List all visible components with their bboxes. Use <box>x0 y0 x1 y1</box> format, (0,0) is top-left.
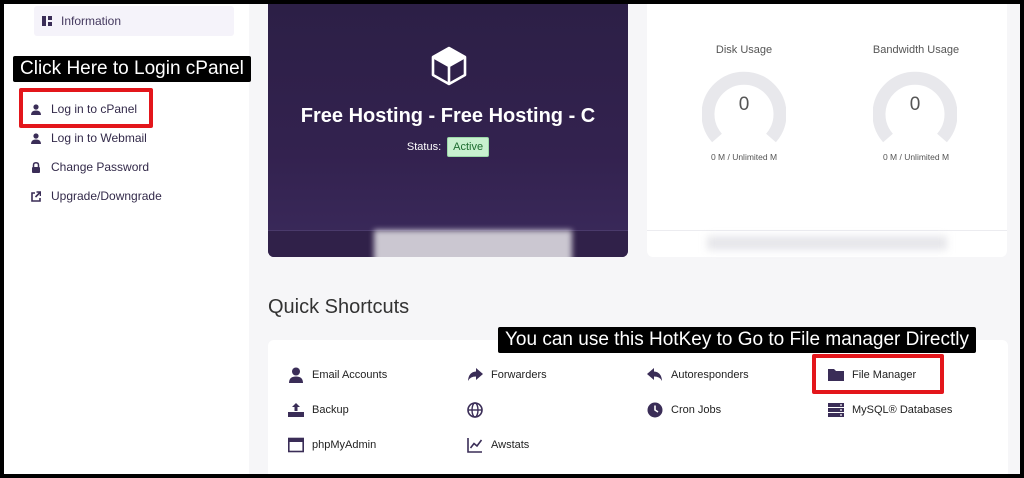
hosting-product-card: Free Hosting - Free Hosting - C Status: … <box>268 4 628 257</box>
usage-card: Disk Usage 0 0 M / Unlimited M Bandwidth… <box>647 4 1007 257</box>
sidebar-item-label: Information <box>61 14 122 28</box>
status-label: Status: <box>406 141 442 153</box>
shortcut-label: phpMyAdmin <box>312 439 377 451</box>
backup-icon <box>288 403 304 417</box>
shortcut-label: Awstats <box>491 439 530 451</box>
shortcut-backup[interactable]: Backup <box>288 400 349 420</box>
bandwidth-usage-detail: 0 M / Unlimited M <box>882 152 950 162</box>
bandwidth-usage-value: 0 <box>909 94 921 115</box>
shortcut-label: Backup <box>312 404 349 416</box>
user-icon <box>289 367 303 383</box>
sidebar-item-login-webmail[interactable]: Log in to Webmail <box>31 126 147 150</box>
disk-usage-value: 0 <box>738 94 750 115</box>
external-link-icon <box>31 190 41 202</box>
disk-usage-label: Disk Usage <box>715 44 773 56</box>
redacted-footer <box>707 236 947 250</box>
shortcut-label: Forwarders <box>491 369 547 381</box>
user-icon <box>31 132 41 144</box>
shortcut-email-accounts[interactable]: Email Accounts <box>288 365 387 385</box>
sidebar-item-change-password[interactable]: Change Password <box>31 155 149 179</box>
usage-card-divider <box>647 230 1007 231</box>
shortcut-forwarders[interactable]: Forwarders <box>467 365 547 385</box>
sidebar-item-information[interactable]: Information <box>34 6 234 36</box>
redacted-domain <box>374 230 572 257</box>
login-highlight-box <box>19 88 153 128</box>
window-icon <box>288 437 304 453</box>
status-badge: Active <box>447 137 490 157</box>
sidebar-item-label: Log in to Webmail <box>51 131 147 145</box>
chart-line-icon <box>467 438 483 453</box>
quick-shortcuts-title: Quick Shortcuts <box>268 296 410 318</box>
shortcut-label: Cron Jobs <box>671 404 722 416</box>
shortcut-phpmyadmin[interactable]: phpMyAdmin <box>288 435 376 455</box>
shortcut-autoresponders[interactable]: Autoresponders <box>647 365 749 385</box>
client-area-frame: Information Log in to cPanel Log in to W… <box>4 4 1020 474</box>
globe-icon <box>467 402 483 418</box>
disk-usage-detail: 0 M / Unlimited M <box>710 152 778 162</box>
cube-icon <box>431 46 467 86</box>
sidebar-item-upgrade-downgrade[interactable]: Upgrade/Downgrade <box>31 184 162 208</box>
sidebar-item-label: Change Password <box>51 160 150 174</box>
hotkey-callout: You can use this HotKey to Go to File ma… <box>498 327 976 353</box>
shortcut-cron-jobs[interactable]: Cron Jobs <box>647 400 721 420</box>
shortcut-label: Autoresponders <box>671 369 749 381</box>
dashboard-icon <box>42 16 52 26</box>
sidebar-item-label: Upgrade/Downgrade <box>51 189 162 203</box>
file-manager-highlight-box <box>812 354 944 394</box>
database-icon <box>828 403 844 417</box>
hosting-title: Free Hosting - Free Hosting - C <box>300 105 596 127</box>
status-row: Status: Active <box>268 137 628 157</box>
login-callout: Click Here to Login cPanel <box>13 56 251 82</box>
shortcut-globe[interactable] <box>467 400 491 420</box>
bandwidth-usage-label: Bandwidth Usage <box>872 44 960 56</box>
lock-icon <box>32 161 40 173</box>
shortcut-mysql-databases[interactable]: MySQL® Databases <box>828 400 952 420</box>
forward-arrow-icon <box>468 368 483 381</box>
reply-arrow-icon <box>647 368 662 381</box>
shortcut-label: MySQL® Databases <box>852 404 953 416</box>
shortcut-awstats[interactable]: Awstats <box>467 435 529 455</box>
clock-icon <box>647 402 663 418</box>
shortcut-label: Email Accounts <box>312 369 388 381</box>
